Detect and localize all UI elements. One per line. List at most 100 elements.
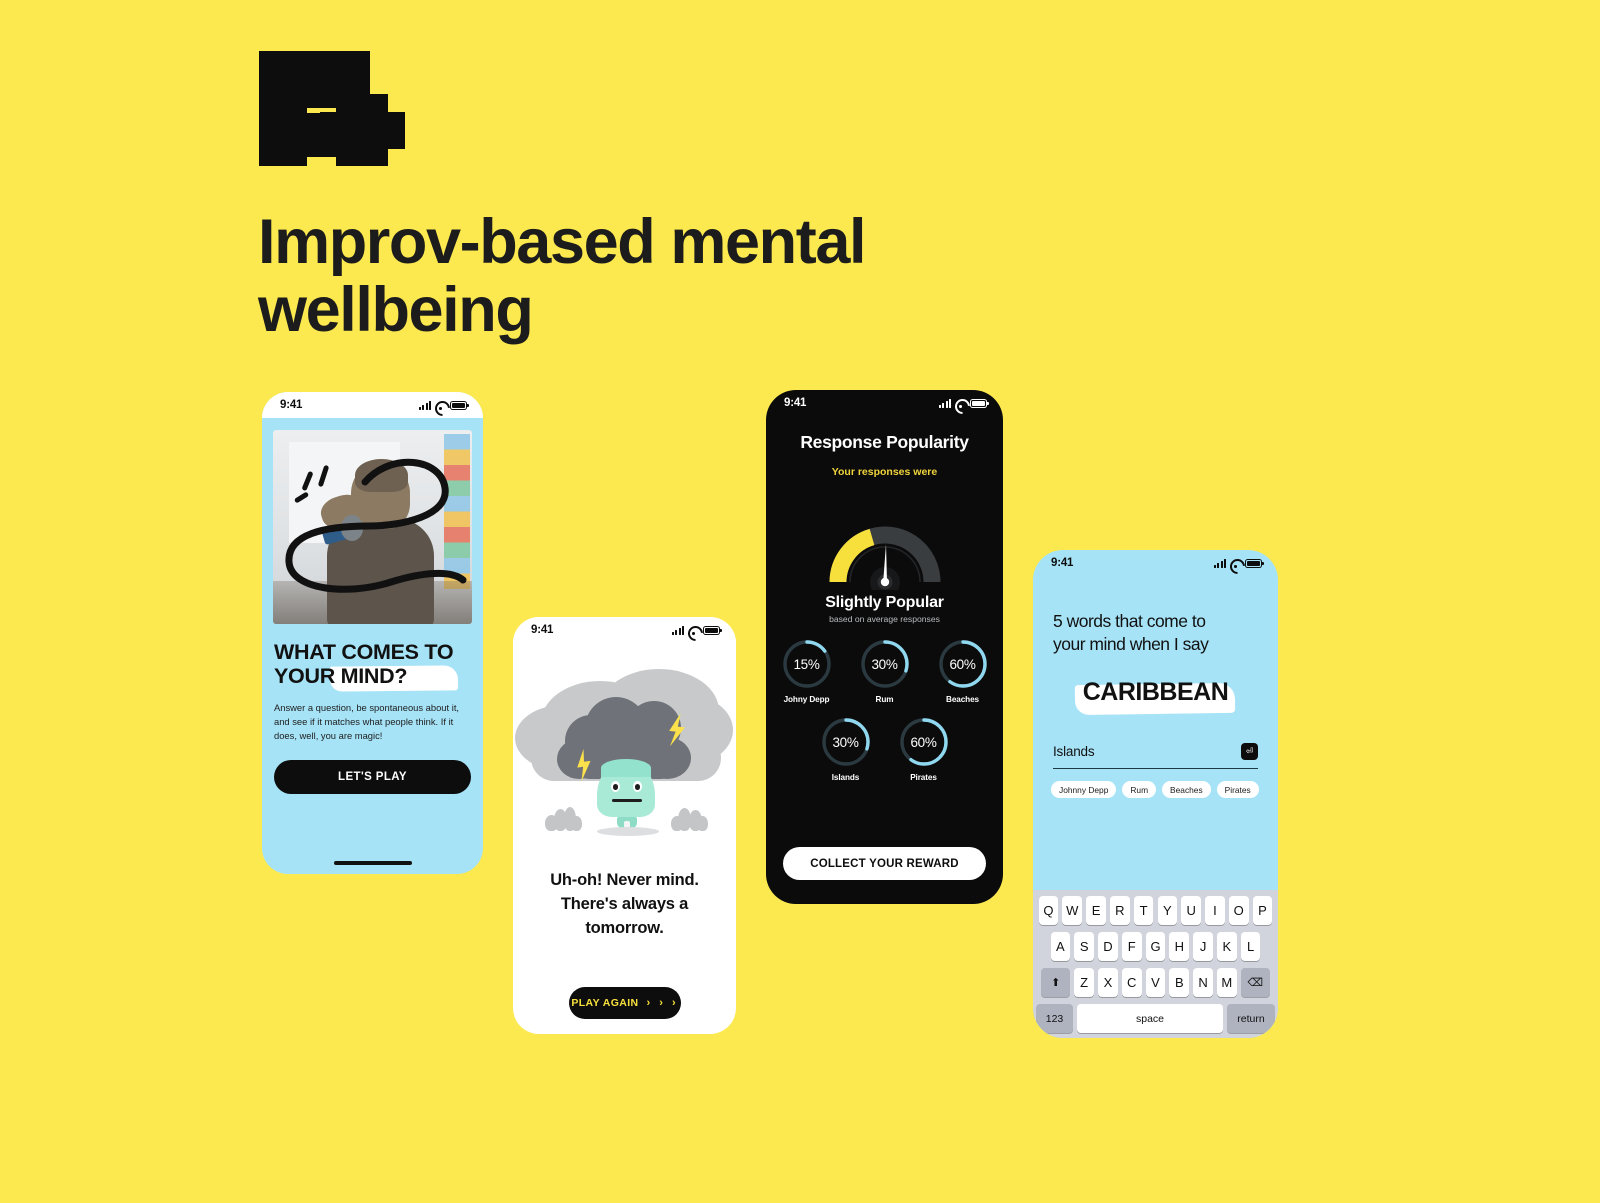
- key-z[interactable]: Z: [1074, 968, 1094, 997]
- message-line-1: Uh-oh! Never mind.: [550, 871, 699, 889]
- battery-icon: [703, 625, 722, 635]
- ring-label: Beaches: [946, 695, 979, 704]
- key-e[interactable]: E: [1086, 896, 1106, 925]
- ring-percent: 30%: [832, 734, 859, 750]
- key-y[interactable]: Y: [1157, 896, 1178, 925]
- progress-ring: 30%: [820, 716, 872, 768]
- status-bar: 9:41: [766, 390, 1003, 416]
- chevron-right-icon: › › ›: [646, 997, 679, 1009]
- battery-icon: [1245, 558, 1264, 568]
- cellular-signal-icon: [939, 398, 951, 408]
- prompt-line-1: 5 words that come to: [1053, 611, 1206, 631]
- ring-item: 30% Islands: [817, 716, 875, 782]
- character-hair: [601, 759, 651, 777]
- key-s[interactable]: S: [1074, 932, 1094, 961]
- progress-ring: 60%: [898, 716, 950, 768]
- key-d[interactable]: D: [1098, 932, 1118, 961]
- key-o[interactable]: O: [1228, 896, 1249, 925]
- space-key[interactable]: space: [1077, 1004, 1223, 1033]
- logo-plus-horizontal: [320, 112, 405, 149]
- status-bar: 9:41: [262, 392, 483, 418]
- ring-label: Rum: [875, 695, 894, 704]
- status-icons: [1214, 558, 1264, 568]
- ring-percent: 60%: [949, 656, 976, 672]
- word-input[interactable]: Islands: [1053, 744, 1095, 759]
- chip-item[interactable]: Beaches: [1162, 781, 1211, 799]
- shift-key-icon[interactable]: ⬆: [1041, 968, 1071, 997]
- collect-reward-button[interactable]: COLLECT YOUR REWARD: [783, 847, 986, 880]
- status-bar: 9:41: [513, 617, 736, 643]
- home-indicator: [333, 861, 412, 865]
- prompt-line-2: your mind when I say: [1053, 634, 1209, 655]
- key-a[interactable]: A: [1050, 932, 1071, 961]
- ring-percent: 15%: [793, 656, 820, 672]
- hero-photo: [273, 430, 472, 624]
- key-g[interactable]: G: [1145, 932, 1166, 961]
- status-clock: 9:41: [1051, 557, 1074, 569]
- loop-scribble-icon: [285, 458, 467, 593]
- keyboard-row-1: Q W E R T Y U I O P: [1036, 896, 1275, 925]
- try-again-message: Uh-oh! Never mind. There's always a tomo…: [533, 869, 716, 941]
- phone-results-screen: 9:41 Response Popularity Your responses …: [766, 390, 1003, 904]
- key-l[interactable]: L: [1240, 932, 1261, 961]
- key-t[interactable]: T: [1133, 896, 1154, 925]
- word-input-row[interactable]: Islands ⏎: [1053, 743, 1258, 770]
- key-c[interactable]: C: [1121, 968, 1142, 997]
- wifi-icon: [1230, 559, 1241, 568]
- return-key[interactable]: return: [1227, 1004, 1275, 1033]
- key-i[interactable]: I: [1205, 896, 1225, 925]
- status-icons: [419, 400, 469, 410]
- battery-icon: [450, 400, 469, 410]
- key-b[interactable]: B: [1169, 968, 1190, 997]
- ring-item: 30% Rum: [856, 638, 914, 704]
- cellular-signal-icon: [1214, 558, 1226, 568]
- poster-canvas: Improv-based mental wellbeing 9:41 WHAT …: [0, 0, 1600, 1203]
- lets-play-button[interactable]: LET'S PLAY: [274, 759, 471, 794]
- storm-cloud-illustration: [513, 643, 736, 855]
- bush-right: [671, 807, 708, 831]
- keyword-text: CARIBBEAN: [1082, 678, 1229, 707]
- chip-item[interactable]: Johnny Depp: [1051, 781, 1117, 799]
- key-m[interactable]: M: [1217, 968, 1237, 997]
- ring-label: Pirates: [910, 773, 937, 782]
- key-p[interactable]: P: [1252, 896, 1273, 925]
- status-icons: [672, 625, 722, 635]
- gauge-svg: [829, 526, 941, 597]
- key-k[interactable]: K: [1217, 932, 1237, 961]
- numbers-key[interactable]: 123: [1036, 1004, 1073, 1033]
- chip-item[interactable]: Pirates: [1216, 781, 1259, 799]
- page-title: Improv-based mental wellbeing: [258, 207, 866, 346]
- keyboard-row-4: 123 space return: [1036, 1004, 1275, 1033]
- prompt-text: 5 words that come to your mind when I sa…: [1053, 610, 1258, 656]
- wifi-icon: [955, 399, 966, 408]
- key-q[interactable]: Q: [1038, 896, 1059, 925]
- progress-ring: 30%: [859, 638, 911, 690]
- key-w[interactable]: W: [1062, 896, 1083, 925]
- progress-ring: 15%: [781, 638, 833, 690]
- key-x[interactable]: X: [1098, 968, 1118, 997]
- play-again-label: PLAY AGAIN: [571, 997, 639, 1009]
- cellular-signal-icon: [672, 625, 684, 635]
- bush-left: [545, 807, 582, 831]
- entered-words-chips: Johnny Depp Rum Beaches Pirates: [1051, 781, 1260, 799]
- key-j[interactable]: J: [1193, 932, 1213, 961]
- phone-input-screen: 9:41 5 words that come to your mind when…: [1033, 550, 1278, 1038]
- ring-row-1: 15% Johny Depp 30% Rum 60% Beaches: [766, 638, 1003, 704]
- chip-item[interactable]: Rum: [1122, 781, 1157, 799]
- play-again-button[interactable]: PLAY AGAIN › › ›: [569, 987, 681, 1019]
- key-h[interactable]: H: [1169, 932, 1190, 961]
- key-v[interactable]: V: [1145, 968, 1166, 997]
- ring-label: Islands: [831, 773, 860, 782]
- popularity-gauge: [766, 486, 1003, 597]
- phone-try-again-screen: 9:41 Uh-oh! Never mind. There's always a…: [513, 617, 736, 1034]
- backspace-key-icon[interactable]: ⌫: [1240, 968, 1270, 997]
- key-n[interactable]: N: [1193, 968, 1213, 997]
- key-f[interactable]: F: [1121, 932, 1142, 961]
- return-key-icon[interactable]: ⏎: [1241, 743, 1258, 761]
- wifi-icon: [688, 626, 699, 635]
- message-line-3: tomorrow.: [585, 918, 664, 937]
- intro-title-line2: YOUR MIND?: [274, 664, 408, 689]
- battery-icon: [970, 398, 989, 408]
- key-u[interactable]: U: [1181, 896, 1201, 925]
- key-r[interactable]: R: [1110, 896, 1130, 925]
